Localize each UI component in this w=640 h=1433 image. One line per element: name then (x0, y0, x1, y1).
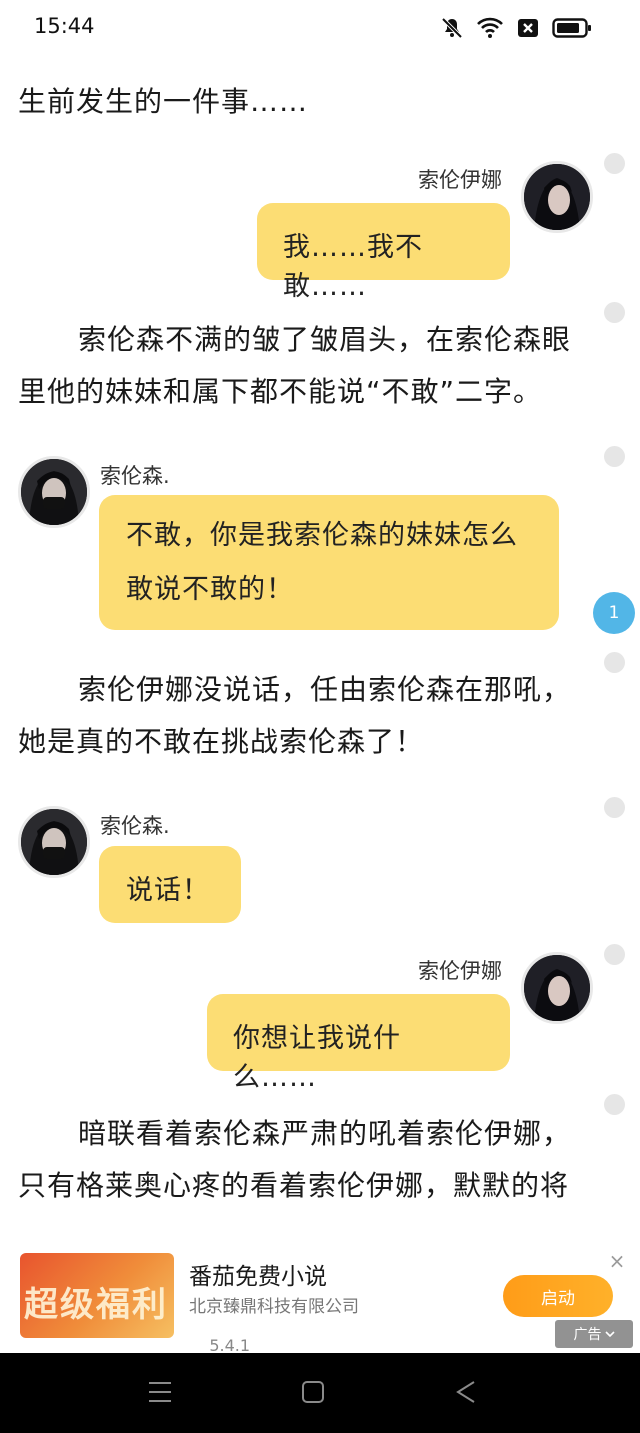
status-bar: 15:44 (0, 0, 640, 56)
ad-company: 北京臻鼎科技有限公司 (189, 1297, 359, 1317)
avatar[interactable] (521, 952, 593, 1024)
system-navigation-bar (0, 1353, 640, 1433)
status-time: 15:44 (34, 14, 95, 38)
paragraph: 索伦森不满的皱了皱眉头，在索伦森眼里他的妹妹和属下都不能说“不敢”二字。 (18, 323, 572, 408)
speaker-name: 索伦森. (100, 464, 170, 488)
paragraph: 索伦伊娜没说话，任由索伦森在那吼，她是真的不敢在挑战索伦森了！ (18, 673, 572, 758)
paragraph-comment-dot[interactable] (604, 652, 625, 673)
avatar[interactable] (18, 806, 90, 878)
ad-start-button[interactable]: 启动 (503, 1275, 613, 1317)
avatar[interactable] (18, 456, 90, 528)
paragraph-comment-dot[interactable] (604, 302, 625, 323)
ad-tag-label: 广告 (573, 1327, 602, 1343)
status-icons (440, 16, 592, 40)
close-box-icon (516, 16, 540, 40)
battery-icon (552, 17, 592, 39)
chat-bubble: 我……我不敢…… (257, 203, 510, 302)
paragraph: 生前发生的一件事…… (18, 85, 309, 118)
paragraph-comment-dot[interactable] (604, 797, 625, 818)
paragraph-comment-dot[interactable] (604, 153, 625, 174)
wifi-icon (476, 16, 504, 40)
chevron-down-icon (604, 1326, 615, 1342)
home-icon[interactable] (301, 1379, 325, 1409)
paragraph-comment-dot[interactable] (604, 1094, 625, 1115)
chat-bubble: 不敢，你是我索伦森的妹妹怎么敢说不敢的！ (99, 495, 559, 630)
ad-thumbnail-text: 超级福利 (24, 1285, 168, 1325)
ad-thumbnail[interactable]: 超级福利 (20, 1253, 174, 1338)
chat-bubble: 说话！ (99, 846, 241, 923)
speaker-name: 索伦伊娜 (418, 168, 502, 192)
speaker-name: 索伦森. (100, 814, 170, 838)
paragraph: 暗联看着索伦森严肃的吼着索伦伊娜，只有格莱奥心疼的看着索伦伊娜，默默的将 (18, 1117, 572, 1202)
paragraph-comment-dot[interactable] (604, 944, 625, 965)
back-icon[interactable] (454, 1379, 478, 1409)
chapter-content[interactable]: 生前发生的一件事…… 索伦伊娜 我……我不敢…… 索伦森不满的皱了皱眉头，在索伦… (0, 0, 640, 1240)
ad-title[interactable]: 番茄免费小说 (189, 1257, 327, 1291)
avatar[interactable] (521, 161, 593, 233)
paragraph-comment-count[interactable]: 1 (593, 592, 635, 634)
ad-tag[interactable]: 广告 (555, 1320, 633, 1348)
mute-bell-icon (440, 16, 464, 40)
chat-bubble: 你想让我说什么…… (207, 994, 510, 1093)
menu-icon[interactable] (148, 1379, 172, 1409)
speaker-name: 索伦伊娜 (418, 959, 502, 983)
ad-close-icon[interactable]: × (606, 1250, 628, 1272)
paragraph-comment-dot[interactable] (604, 446, 625, 467)
ad-banner[interactable]: 超级福利 番茄免费小说 北京臻鼎科技有限公司 5.4.1 | 隐私 权限 功能 … (0, 1240, 640, 1433)
